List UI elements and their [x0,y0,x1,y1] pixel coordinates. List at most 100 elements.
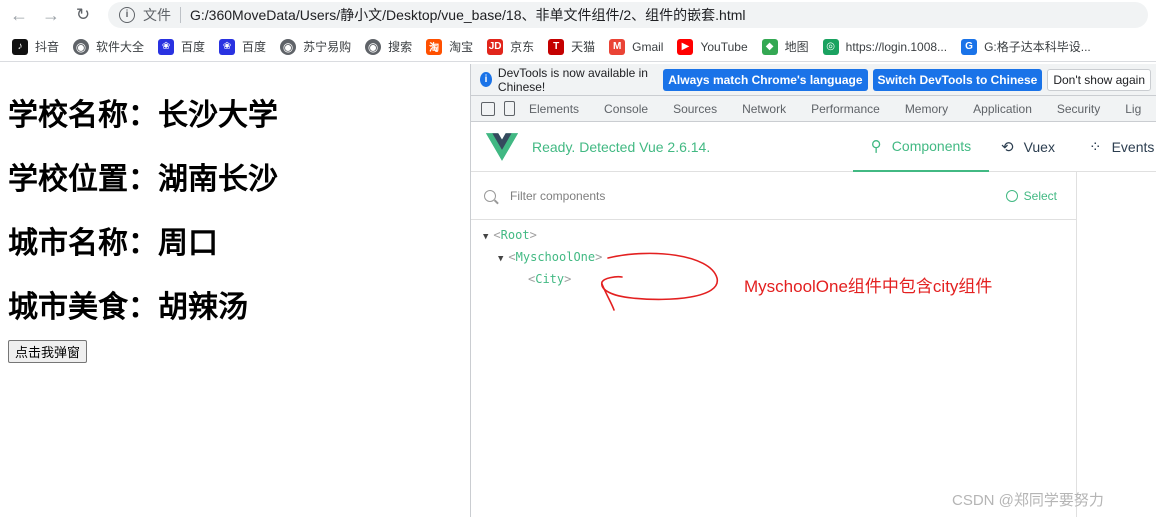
youtube-icon: ▶ [677,38,694,55]
back-arrow-icon[interactable]: ← [6,2,32,28]
devtools-tab-list: Elements Console Sources Network Performance… [529,102,1156,116]
bookmark-item[interactable]: ❀ 百度 [158,38,205,55]
bookmark-item[interactable]: M Gmail [609,38,664,55]
bookmark-label: 淘宝 [449,40,474,54]
history-icon: ⟲ [1001,139,1014,156]
bookmark-item[interactable]: G G:格子达本科毕设... [961,38,1091,55]
bookmark-item[interactable]: JD 京东 [487,38,534,55]
vue-status-text: Ready. Detected Vue 2.6.14. [532,138,711,155]
bookmark-label: 百度 [242,40,267,54]
devtools-tab-memory[interactable]: Memory [905,102,948,116]
forward-arrow-icon[interactable]: → [38,2,64,28]
bookmark-label: 苏宁易购 [303,40,352,54]
url-text[interactable]: G:/360MoveData/Users/静小文/Desktop/vue_bas… [190,5,746,25]
dont-show-again-button[interactable]: Don't show again [1047,68,1151,91]
devtools-tab-sources[interactable]: Sources [673,102,717,116]
info-icon: i [480,72,492,87]
bookmark-item[interactable]: ◉ 软件大全 [73,38,144,55]
bookmark-label: G:格子达本科毕设... [984,40,1091,54]
bookmark-label: https://login.1008... [845,39,948,54]
device-toolbar-icon[interactable] [504,101,515,116]
bookmark-label: 天猫 [571,40,596,54]
bookmarks-bar: ♪ 抖音 ◉ 软件大全 ❀ 百度 ❀ 百度 ◉ 苏宁易购 ◉ 搜索淘淘宝 JD 京东 T 天猫 M Gmail ▶ Y… [0,32,1156,62]
devtools-tab-elements[interactable]: Elements [529,102,579,116]
bookmark-item[interactable]: ◉ 苏宁易购 [280,38,351,55]
tab-events[interactable]: ⁘ Events [1089,122,1154,172]
globe-icon: ◉ [280,38,297,55]
bookmark-item[interactable]: ◉ 搜索 [365,38,412,55]
maps-icon: ◆ [761,38,778,55]
tab-components[interactable]: ⚲ Components [853,122,989,172]
tab-components-label: Components [891,138,972,154]
bookmark-item[interactable]: ♪ 抖音 [12,38,59,55]
devtools-infobar: i DevTools is now available in Chinese! … [471,64,1156,96]
annotation-text: MyschoolOne组件中包含city组件 [744,277,993,296]
jd-icon: JD [487,38,504,55]
baidu-paw-icon: ❀ [158,38,175,55]
douyin-icon: ♪ [12,38,28,55]
vue-devtools-header: Ready. Detected Vue 2.6.14. ⚲ Components… [471,122,1156,172]
match-language-button[interactable]: Always match Chrome's language [663,68,868,91]
bookmark-label: 搜索 [388,40,413,54]
switch-language-button[interactable]: Switch DevTools to Chinese [872,68,1043,91]
components-icon: ⚲ [870,138,882,155]
taobao-icon: 淘 [426,38,443,55]
bookmark-label: Gmail [632,39,664,54]
bookmark-label: 抖音 [35,40,60,54]
search-icon [484,189,496,202]
devtools-tools [471,101,515,116]
devtools-tabs: Elements Console Sources Network Performance… [471,96,1156,122]
watermark-text: CSDN @郑同学要努力 [952,492,1104,509]
tree-node-root[interactable]: ▼ <Root> [483,228,537,242]
city-name-heading: 城市名称：周口 [8,226,218,261]
bookmark-item[interactable]: T 天猫 [548,38,595,55]
annotation-circle [601,252,718,311]
expand-arrow-icon[interactable]: ▼ [498,254,503,264]
select-label: Select [1023,188,1057,203]
bookmark-item[interactable]: ◆ 地图 [761,38,809,55]
select-component-button[interactable]: Select [1005,188,1057,203]
devtools-tab-security[interactable]: Security [1057,102,1100,116]
baidu-paw-icon: ❀ [219,38,236,55]
devtools-tab-lig[interactable]: Lig [1125,102,1141,116]
gmail-icon: M [609,38,626,55]
info-icon[interactable]: i [119,7,135,23]
tree-node-label: Root [500,228,530,242]
bookmark-label: YouTube [700,39,748,54]
vue-logo-icon [486,132,518,161]
reload-icon[interactable]: ↻ [70,2,96,28]
china-mobile-icon: ◎ [822,38,839,55]
events-icon: ⁘ [1089,139,1102,156]
bookmark-label: 京东 [510,40,535,54]
pane-divider [1076,172,1077,517]
devtools-tab-network[interactable]: Network [742,102,786,116]
target-icon [1005,189,1018,202]
school-location-heading: 学校位置：湖南长沙 [8,162,278,197]
city-food-heading: 城市美食：胡辣汤 [8,290,248,325]
inspect-element-icon[interactable] [481,101,495,116]
url-scheme-label: 文件 [143,7,171,23]
tab-vuex[interactable]: ⟲ Vuex [1001,122,1055,172]
devtools-tab-performance[interactable]: Performance [811,102,880,116]
omnibox[interactable]: i 文件 G:/360MoveData/Users/静小文/Desktop/vu… [108,2,1148,28]
devtools-tab-console[interactable]: Console [604,102,648,116]
filter-components-bar: Filter components Select [471,172,1077,220]
bookmark-label: 百度 [181,40,206,54]
school-name-heading: 学校名称：长沙大学 [8,98,278,133]
globe-icon: ◉ [365,38,382,55]
devtools-tab-application[interactable]: Application [973,102,1032,116]
bookmark-item[interactable]: ◎ https://login.1008... [822,38,948,55]
page-content: 学校名称：长沙大学 学校位置：湖南长沙 城市名称：周口 城市美食：胡辣汤 点击我… [0,64,470,517]
tmall-icon: T [548,38,565,55]
bookmark-item[interactable]: 淘淘宝 [426,38,473,55]
address-bar: ← → ↻ i 文件 G:/360MoveData/Users/静小文/Desk… [0,0,1156,30]
expand-arrow-icon[interactable]: ▼ [483,232,488,242]
bookmark-item[interactable]: ▶ YouTube [677,38,748,55]
tab-events-label: Events [1111,139,1155,155]
popup-button[interactable]: 点击我弹窗 [8,340,88,363]
infobar-message: DevTools is now available in Chinese! [497,65,648,94]
filter-components-input[interactable]: Filter components [510,189,605,203]
bookmark-label: 地图 [784,40,809,54]
bookmark-item[interactable]: ❀ 百度 [219,38,266,55]
omnibox-divider [180,7,181,23]
